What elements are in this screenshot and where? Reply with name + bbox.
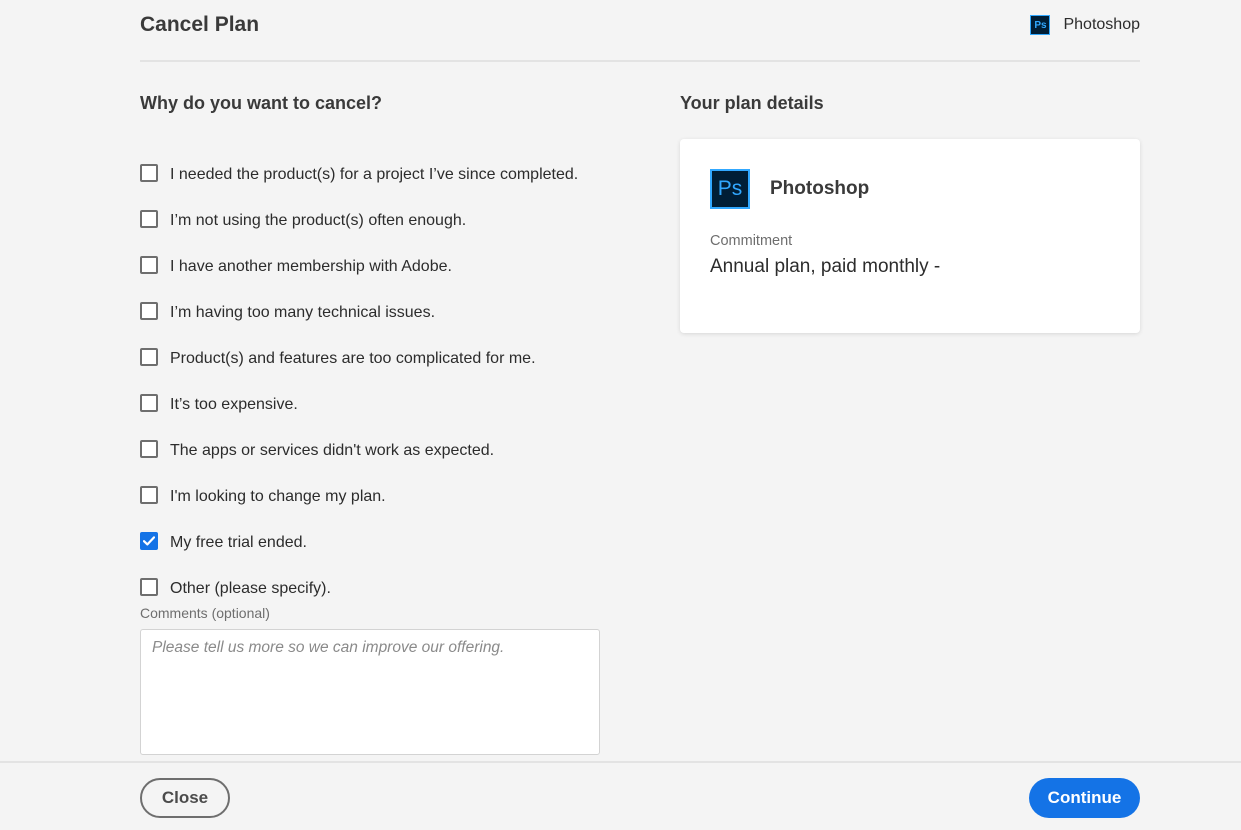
reason-label: Product(s) and features are too complica… bbox=[170, 350, 536, 367]
header-product: Ps Photoshop bbox=[1030, 15, 1140, 35]
reason-label: I’m having too many technical issues. bbox=[170, 304, 436, 321]
reason-label: It’s too expensive. bbox=[170, 396, 298, 413]
checkbox[interactable] bbox=[140, 348, 158, 366]
close-button[interactable]: Close bbox=[140, 778, 230, 818]
reason-option[interactable]: I’m having too many technical issues. bbox=[140, 288, 620, 334]
continue-button[interactable]: Continue bbox=[1029, 778, 1140, 818]
commitment-value: Annual plan, paid monthly - bbox=[710, 256, 941, 277]
reason-label: Other (please specify). bbox=[170, 580, 331, 597]
plan-product-name: Photoshop bbox=[770, 178, 870, 199]
checkbox[interactable] bbox=[140, 486, 158, 504]
plan-card: Ps Photoshop Commitment Annual plan, pai… bbox=[680, 139, 1140, 333]
footer: Close Continue bbox=[0, 761, 1241, 830]
comments-input[interactable] bbox=[140, 629, 600, 755]
commitment-label: Commitment bbox=[710, 233, 793, 249]
comments-label: Comments (optional) bbox=[140, 605, 270, 621]
checkbox[interactable] bbox=[140, 394, 158, 412]
checkbox[interactable] bbox=[140, 440, 158, 458]
reason-option[interactable]: I needed the product(s) for a project I’… bbox=[140, 150, 620, 196]
reason-option[interactable]: Other (please specify). bbox=[140, 564, 620, 610]
photoshop-icon: Ps bbox=[710, 169, 750, 209]
reason-option[interactable]: The apps or services didn't work as expe… bbox=[140, 426, 620, 472]
header-product-name: Photoshop bbox=[1063, 16, 1140, 33]
reasons-list: I needed the product(s) for a project I’… bbox=[140, 150, 620, 610]
photoshop-icon: Ps bbox=[1030, 15, 1051, 35]
reasons-title: Why do you want to cancel? bbox=[140, 93, 383, 113]
reason-label: I'm looking to change my plan. bbox=[170, 488, 386, 505]
reason-label: I needed the product(s) for a project I’… bbox=[170, 166, 579, 183]
checkbox-checked[interactable] bbox=[140, 532, 158, 550]
reason-option[interactable]: I'm looking to change my plan. bbox=[140, 472, 620, 518]
reason-option[interactable]: I’m not using the product(s) often enoug… bbox=[140, 196, 620, 242]
reason-label: The apps or services didn't work as expe… bbox=[170, 442, 495, 459]
reason-option[interactable]: I have another membership with Adobe. bbox=[140, 242, 620, 288]
reason-option[interactable]: Product(s) and features are too complica… bbox=[140, 334, 620, 380]
reason-label: I’m not using the product(s) often enoug… bbox=[170, 212, 467, 229]
page-title: Cancel Plan bbox=[140, 13, 260, 36]
reason-option[interactable]: My free trial ended. bbox=[140, 518, 620, 564]
checkbox[interactable] bbox=[140, 164, 158, 182]
checkbox[interactable] bbox=[140, 210, 158, 228]
plan-details-title: Your plan details bbox=[680, 93, 824, 113]
page-header: Cancel Plan Ps Photoshop bbox=[140, 0, 1140, 62]
checkbox[interactable] bbox=[140, 302, 158, 320]
reason-option[interactable]: It’s too expensive. bbox=[140, 380, 620, 426]
checkbox[interactable] bbox=[140, 578, 158, 596]
checkbox[interactable] bbox=[140, 256, 158, 274]
reason-label: My free trial ended. bbox=[170, 534, 307, 551]
reason-label: I have another membership with Adobe. bbox=[170, 258, 452, 275]
checkmark-icon bbox=[143, 536, 155, 546]
